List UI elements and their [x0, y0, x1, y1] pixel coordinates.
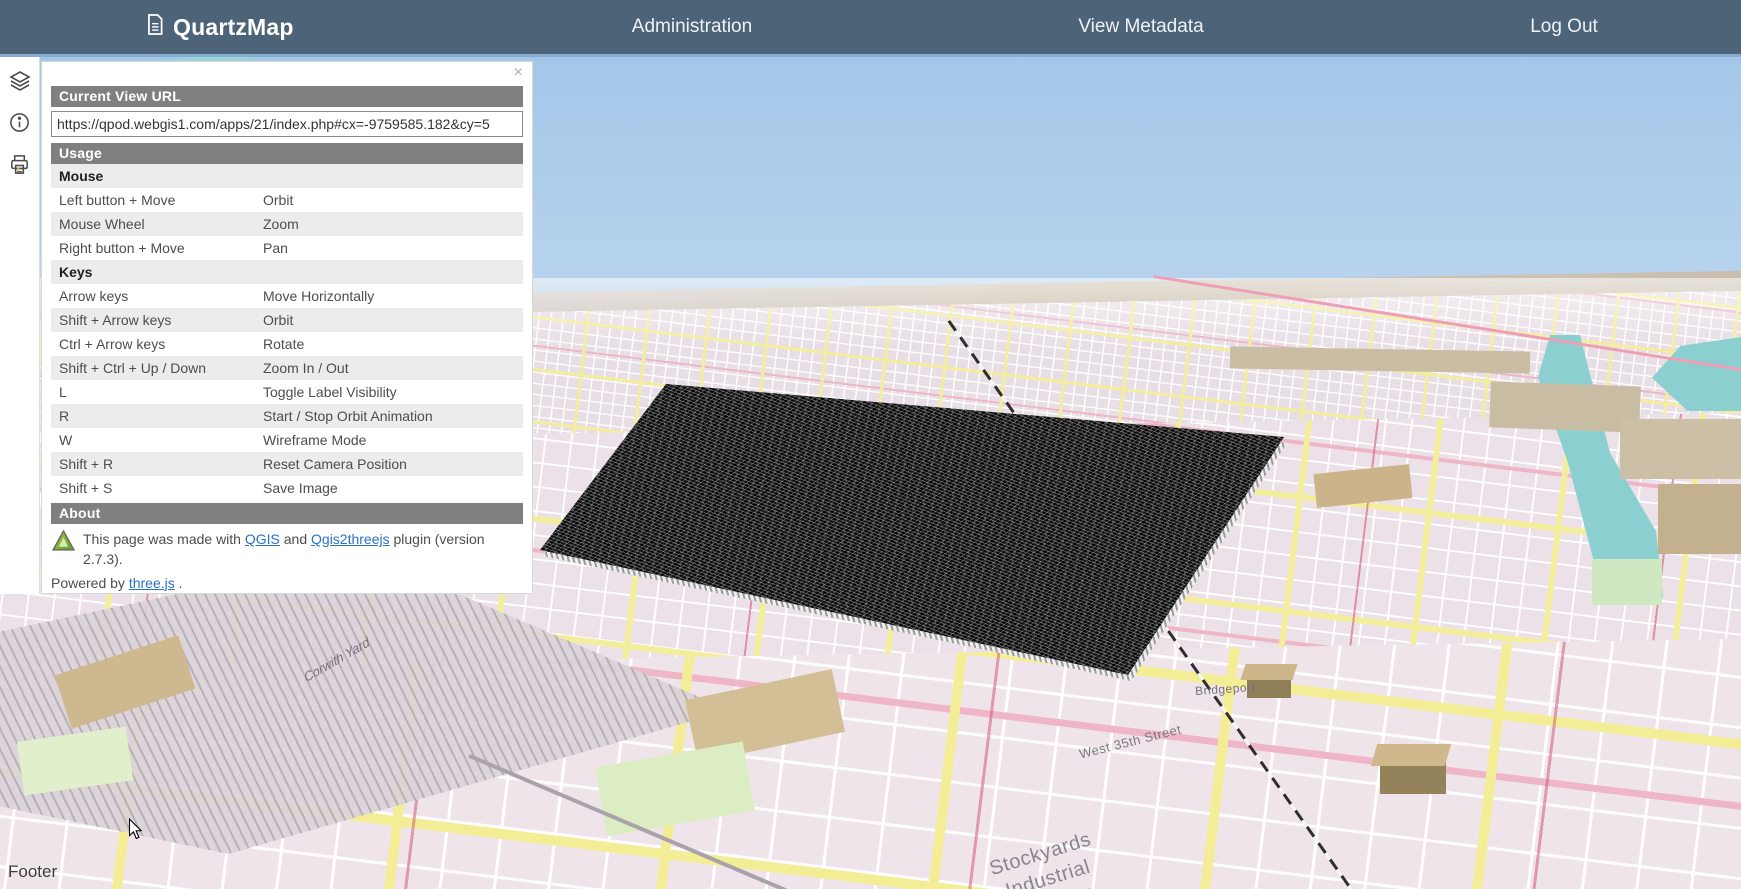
- building-3d-top: [1240, 664, 1297, 680]
- nav-log-out[interactable]: Log Out: [1530, 0, 1598, 54]
- section-header-current-view-url: Current View URL: [51, 86, 523, 107]
- print-button[interactable]: [0, 146, 40, 188]
- building-3d-top: [1371, 744, 1451, 766]
- close-icon[interactable]: ×: [514, 65, 523, 81]
- document-icon: [145, 13, 164, 41]
- app-logo[interactable]: QuartzMap: [145, 0, 294, 54]
- land-patch: [1489, 381, 1641, 432]
- info-button[interactable]: [0, 104, 40, 146]
- usage-row: Ctrl + Arrow keysRotate: [51, 332, 523, 356]
- usage-row: Right button + MovePan: [51, 236, 523, 260]
- current-view-url-input[interactable]: [51, 111, 523, 137]
- section-header-usage: Usage: [51, 143, 523, 164]
- qgis2threejs-link[interactable]: Qgis2threejs: [311, 531, 390, 547]
- land-patch: [1658, 484, 1741, 554]
- usage-row: Shift + RReset Camera Position: [51, 452, 523, 476]
- footer-text: Footer: [8, 862, 57, 882]
- threejs-link[interactable]: three.js: [129, 575, 175, 591]
- usage-group-row: Keys: [51, 260, 523, 284]
- nav-administration[interactable]: Administration: [632, 0, 752, 54]
- usage-row: WWireframe Mode: [51, 428, 523, 452]
- usage-row: Arrow keysMove Horizontally: [51, 284, 523, 308]
- usage-row: Mouse WheelZoom: [51, 212, 523, 236]
- usage-table: Mouse Left button + MoveOrbit Mouse Whee…: [51, 164, 523, 500]
- left-toolbar: [0, 54, 40, 594]
- qgis-link[interactable]: QGIS: [245, 531, 280, 547]
- park-patch: [1592, 559, 1662, 605]
- usage-row: RStart / Stop Orbit Animation: [51, 404, 523, 428]
- usage-row: LToggle Label Visibility: [51, 380, 523, 404]
- about-content: This page was made with QGIS and Qgis2th…: [51, 529, 523, 570]
- usage-row: Shift + Arrow keysOrbit: [51, 308, 523, 332]
- app-header: QuartzMap Administration View Metadata L…: [0, 0, 1741, 57]
- qgis2threejs-logo-icon: [51, 529, 76, 555]
- info-icon: [8, 111, 31, 139]
- nav-view-metadata[interactable]: View Metadata: [1078, 0, 1203, 54]
- usage-row: Shift + Ctrl + Up / DownZoom In / Out: [51, 356, 523, 380]
- layers-button[interactable]: [0, 62, 40, 104]
- usage-group-row: Mouse: [51, 164, 523, 188]
- usage-row: Shift + SSave Image: [51, 476, 523, 500]
- help-panel: × Current View URL Usage Mouse Left butt…: [41, 61, 533, 594]
- powered-by: Powered by three.js .: [51, 574, 523, 594]
- layers-icon: [8, 69, 32, 98]
- app-title: QuartzMap: [173, 14, 294, 41]
- land-patch: [1620, 419, 1741, 479]
- usage-row: Left button + MoveOrbit: [51, 188, 523, 212]
- section-header-about: About: [51, 503, 523, 524]
- printer-icon: [8, 153, 31, 181]
